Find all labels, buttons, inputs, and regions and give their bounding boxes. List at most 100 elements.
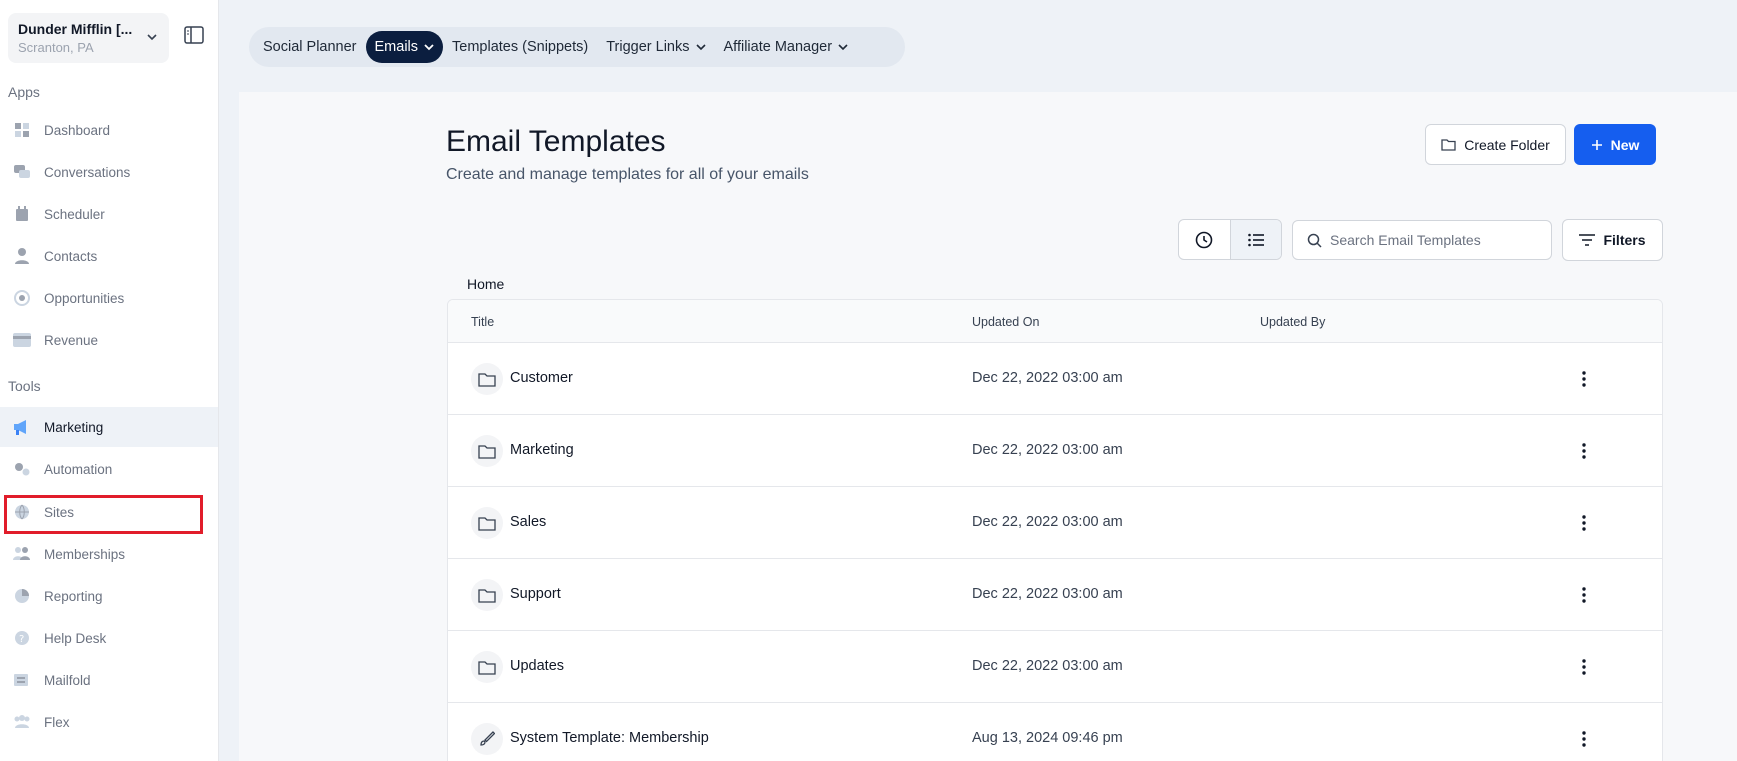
sidebar-item-scheduler[interactable]: Scheduler (0, 194, 218, 234)
location-switcher[interactable]: Dunder Mifflin [... Scranton, PA (8, 13, 169, 63)
chevron-down-icon (838, 44, 848, 51)
sidebar-item-label: Help Desk (44, 630, 107, 646)
breadcrumb[interactable]: Home (467, 276, 504, 292)
kebab-menu-icon[interactable] (1572, 655, 1596, 679)
col-updated-on[interactable]: Updated On (972, 315, 1039, 329)
dashboard-icon (12, 121, 32, 139)
sidebar-item-mailfold[interactable]: Mailfold (0, 660, 218, 700)
create-folder-label: Create Folder (1464, 136, 1550, 153)
megaphone-icon (12, 418, 32, 436)
row-updated-on: Aug 13, 2024 09:46 pm (972, 730, 1123, 746)
row-title[interactable]: Sales (510, 514, 546, 530)
sidebar-item-dashboard[interactable]: Dashboard (0, 110, 218, 150)
sidebar-item-label: Opportunities (44, 290, 125, 306)
sidebar-item-automation[interactable]: Automation (0, 449, 218, 489)
sidebar-item-label: Reporting (44, 588, 103, 604)
plus-icon (1591, 139, 1602, 150)
filters-label: Filters (1603, 232, 1646, 248)
row-title[interactable]: Support (510, 586, 561, 602)
table-row[interactable]: Support Dec 22, 2022 03:00 am (448, 559, 1662, 631)
tab-label: Emails (374, 39, 419, 55)
recent-view-button[interactable] (1179, 220, 1230, 259)
help-icon: ? (12, 629, 32, 647)
filters-button[interactable]: Filters (1562, 219, 1663, 261)
row-updated-on: Dec 22, 2022 03:00 am (972, 442, 1123, 458)
tab-templates-snippets[interactable]: Templates (Snippets) (443, 31, 597, 63)
sidebar-item-contacts[interactable]: Contacts (0, 236, 218, 276)
kebab-menu-icon[interactable] (1572, 367, 1596, 391)
person-icon (12, 247, 32, 265)
sidebar-item-flex[interactable]: Flex (0, 702, 218, 742)
search-icon (1307, 233, 1322, 248)
tab-label: Templates (Snippets) (452, 39, 589, 55)
tab-social-planner[interactable]: Social Planner (254, 31, 366, 63)
row-updated-on: Dec 22, 2022 03:00 am (972, 658, 1123, 674)
folder-icon (471, 651, 503, 683)
svg-text:?: ? (19, 634, 24, 645)
kebab-menu-icon[interactable] (1572, 439, 1596, 463)
row-updated-on: Dec 22, 2022 03:00 am (972, 586, 1123, 602)
row-title[interactable]: Marketing (510, 442, 574, 458)
new-label: New (1610, 136, 1640, 153)
row-title[interactable]: Customer (510, 370, 573, 386)
row-title[interactable]: Updates (510, 658, 564, 674)
apps-section-label: Apps (8, 84, 40, 100)
sidebar-item-opportunities[interactable]: Opportunities (0, 278, 218, 318)
row-title[interactable]: System Template: Membership (510, 730, 709, 746)
sidebar-item-label: Flex (44, 714, 70, 730)
card-icon (12, 331, 32, 349)
create-folder-button[interactable]: Create Folder (1425, 124, 1566, 165)
tab-label: Trigger Links (606, 39, 690, 55)
col-updated-by[interactable]: Updated By (1260, 315, 1325, 329)
kebab-menu-icon[interactable] (1572, 727, 1596, 751)
location-name: Dunder Mifflin [... (18, 21, 133, 37)
kebab-menu-icon[interactable] (1572, 511, 1596, 535)
sites-highlight-box (4, 495, 203, 534)
filter-icon (1579, 234, 1596, 246)
people-icon (12, 713, 32, 731)
table-row[interactable]: Marketing Dec 22, 2022 03:00 am (448, 415, 1662, 487)
folder-icon (471, 435, 503, 467)
search-input[interactable] (1330, 232, 1550, 248)
sidebar-item-revenue[interactable]: Revenue (0, 320, 218, 360)
table-row[interactable]: System Template: Membership Aug 13, 2024… (448, 703, 1662, 761)
gears-icon (12, 460, 32, 478)
templates-table: Title Updated On Updated By Customer Dec… (447, 299, 1663, 761)
folder-icon (471, 507, 503, 539)
col-title[interactable]: Title (471, 315, 494, 329)
search-box (1292, 220, 1552, 260)
page-title: Email Templates (446, 125, 666, 158)
brush-icon (471, 723, 503, 755)
calendar-icon (12, 205, 32, 223)
folder-icon (1441, 139, 1456, 151)
sidebar-item-label: Automation (44, 461, 113, 477)
sidebar-item-help-desk[interactable]: ? Help Desk (0, 618, 218, 658)
tab-trigger-links[interactable]: Trigger Links (597, 31, 714, 63)
list-view-button[interactable] (1229, 220, 1281, 259)
target-icon (12, 289, 32, 307)
chevron-down-icon (424, 44, 434, 51)
sidebar-collapse-icon[interactable] (184, 26, 204, 44)
sidebar-item-marketing[interactable]: Marketing (0, 407, 218, 447)
members-icon (12, 545, 32, 563)
sidebar-item-memberships[interactable]: Memberships (0, 534, 218, 574)
folder-icon (471, 363, 503, 395)
row-updated-on: Dec 22, 2022 03:00 am (972, 370, 1123, 386)
sidebar-item-label: Mailfold (44, 672, 91, 688)
table-row[interactable]: Sales Dec 22, 2022 03:00 am (448, 487, 1662, 559)
kebab-menu-icon[interactable] (1572, 583, 1596, 607)
sidebar-item-conversations[interactable]: Conversations (0, 152, 218, 192)
mailfold-icon (12, 671, 32, 689)
tab-affiliate-manager[interactable]: Affiliate Manager (715, 31, 858, 63)
sidebar-item-label: Scheduler (44, 206, 105, 222)
tab-label: Affiliate Manager (723, 39, 833, 55)
sidebar-item-label: Conversations (44, 164, 131, 180)
table-row[interactable]: Updates Dec 22, 2022 03:00 am (448, 631, 1662, 703)
table-header: Title Updated On Updated By (448, 300, 1662, 343)
tab-emails[interactable]: Emails (365, 31, 444, 63)
chevron-down-icon (147, 34, 157, 41)
new-button[interactable]: New (1574, 124, 1656, 165)
sidebar-item-reporting[interactable]: Reporting (0, 576, 218, 616)
table-row[interactable]: Customer Dec 22, 2022 03:00 am (448, 343, 1662, 415)
folder-icon (471, 579, 503, 611)
